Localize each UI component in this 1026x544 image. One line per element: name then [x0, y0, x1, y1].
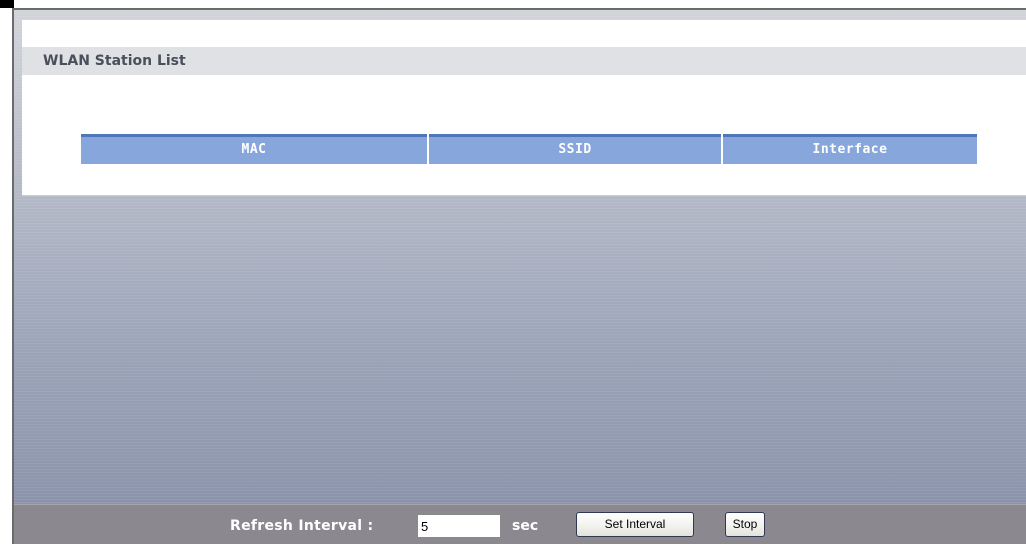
- table-header-row: MAC SSID Interface: [81, 134, 977, 164]
- station-table: MAC SSID Interface: [81, 134, 977, 164]
- column-header-mac: MAC: [81, 134, 429, 164]
- refresh-interval-label: Refresh Interval :: [230, 518, 374, 534]
- app-window: WLAN Station List MAC SSID Interface Ref…: [12, 8, 1026, 544]
- figure-corner-mark: [0, 0, 14, 8]
- interval-unit-label: sec: [512, 518, 539, 534]
- column-header-ssid: SSID: [428, 134, 723, 164]
- station-list-panel: WLAN Station List MAC SSID Interface: [22, 20, 1026, 196]
- set-interval-button[interactable]: Set Interval: [576, 512, 694, 537]
- refresh-interval-input[interactable]: [417, 514, 501, 538]
- stop-button[interactable]: Stop: [725, 512, 765, 537]
- column-header-interface: Interface: [722, 134, 977, 164]
- refresh-bar: Refresh Interval : sec Set Interval Stop: [14, 504, 1026, 544]
- section-title: WLAN Station List: [22, 47, 1026, 75]
